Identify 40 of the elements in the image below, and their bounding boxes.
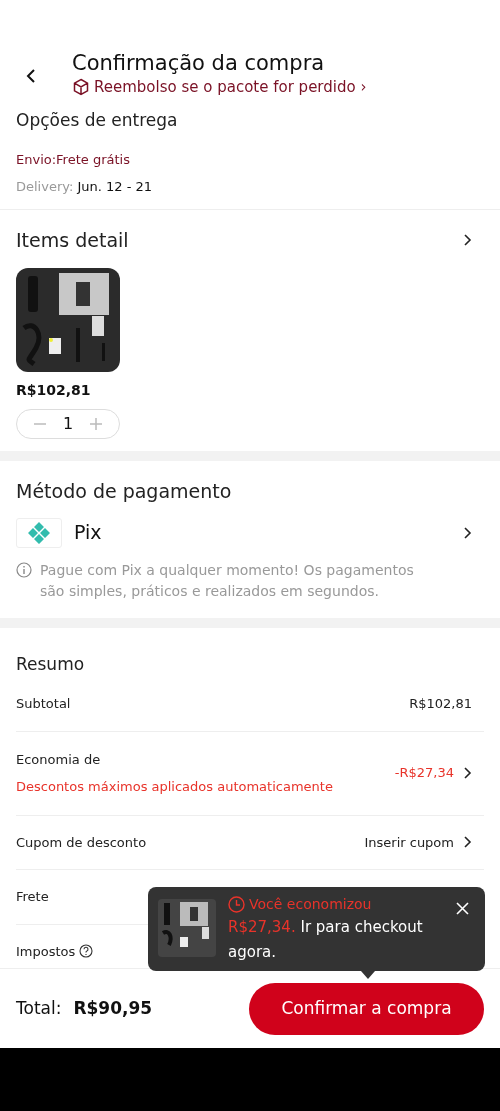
payment-note: Pague com Pix a qualquer momento! Os pagamentos são simples, práticos e realizados em segundos. (40, 560, 415, 601)
popup-message: R$27,34. Ir para checkout agora. (228, 917, 424, 963)
quantity-value: 1 (62, 413, 74, 435)
summary-value: R$102,81 (409, 695, 472, 713)
summary-value: Inserir cupom (364, 833, 454, 852)
total-amount: R$90,95 (73, 996, 153, 1020)
close-icon[interactable] (456, 902, 469, 915)
delivery-label: Delivery: (16, 178, 74, 196)
pix-logo-icon (16, 517, 62, 548)
product-price: R$102,81 (16, 381, 92, 400)
delivery-dates: Jun. 12 - 21 (77, 178, 153, 196)
summary-value: -R$27,34 (394, 764, 454, 783)
chevron-right-icon[interactable] (462, 766, 472, 780)
chevron-right-icon[interactable] (462, 525, 472, 540)
chevron-right-icon[interactable] (462, 835, 472, 850)
info-icon (16, 561, 32, 578)
help-icon[interactable] (79, 944, 94, 959)
summary-label: Economia de (16, 750, 102, 769)
payment-method[interactable]: Pix (74, 518, 462, 547)
confirm-purchase-button[interactable]: Confirmar a compra (249, 982, 484, 1035)
savings-popup[interactable]: Você economizou R$27,34. Ir para checkout agora. (148, 887, 485, 971)
summary-label: Impostos (16, 942, 76, 961)
total-label: Total: (16, 996, 62, 1020)
summary-label: Frete (16, 888, 49, 906)
page-title: Confirmação da compra (72, 50, 326, 76)
discount-note: Descontos máximos aplicados automaticamente (16, 778, 333, 796)
summary-label: Cupom de desconto (16, 833, 147, 852)
guarantee-link[interactable]: Reembolso se o pacote for perdido › (94, 76, 367, 99)
popup-pointer (361, 971, 375, 979)
section-title: Método de pagamento (16, 479, 233, 504)
section-title: Items detail (16, 227, 129, 253)
section-title: Resumo (16, 652, 86, 676)
summary-label: Subtotal (16, 695, 71, 713)
section-title: Opções de entrega (16, 109, 179, 132)
clock-icon (228, 896, 245, 913)
chevron-right-icon[interactable] (462, 232, 472, 247)
back-icon[interactable] (24, 67, 38, 85)
package-icon (72, 78, 90, 97)
popup-headline: Você economizou (249, 895, 372, 914)
shipping-option: Envio:Frete grátis (16, 149, 484, 169)
